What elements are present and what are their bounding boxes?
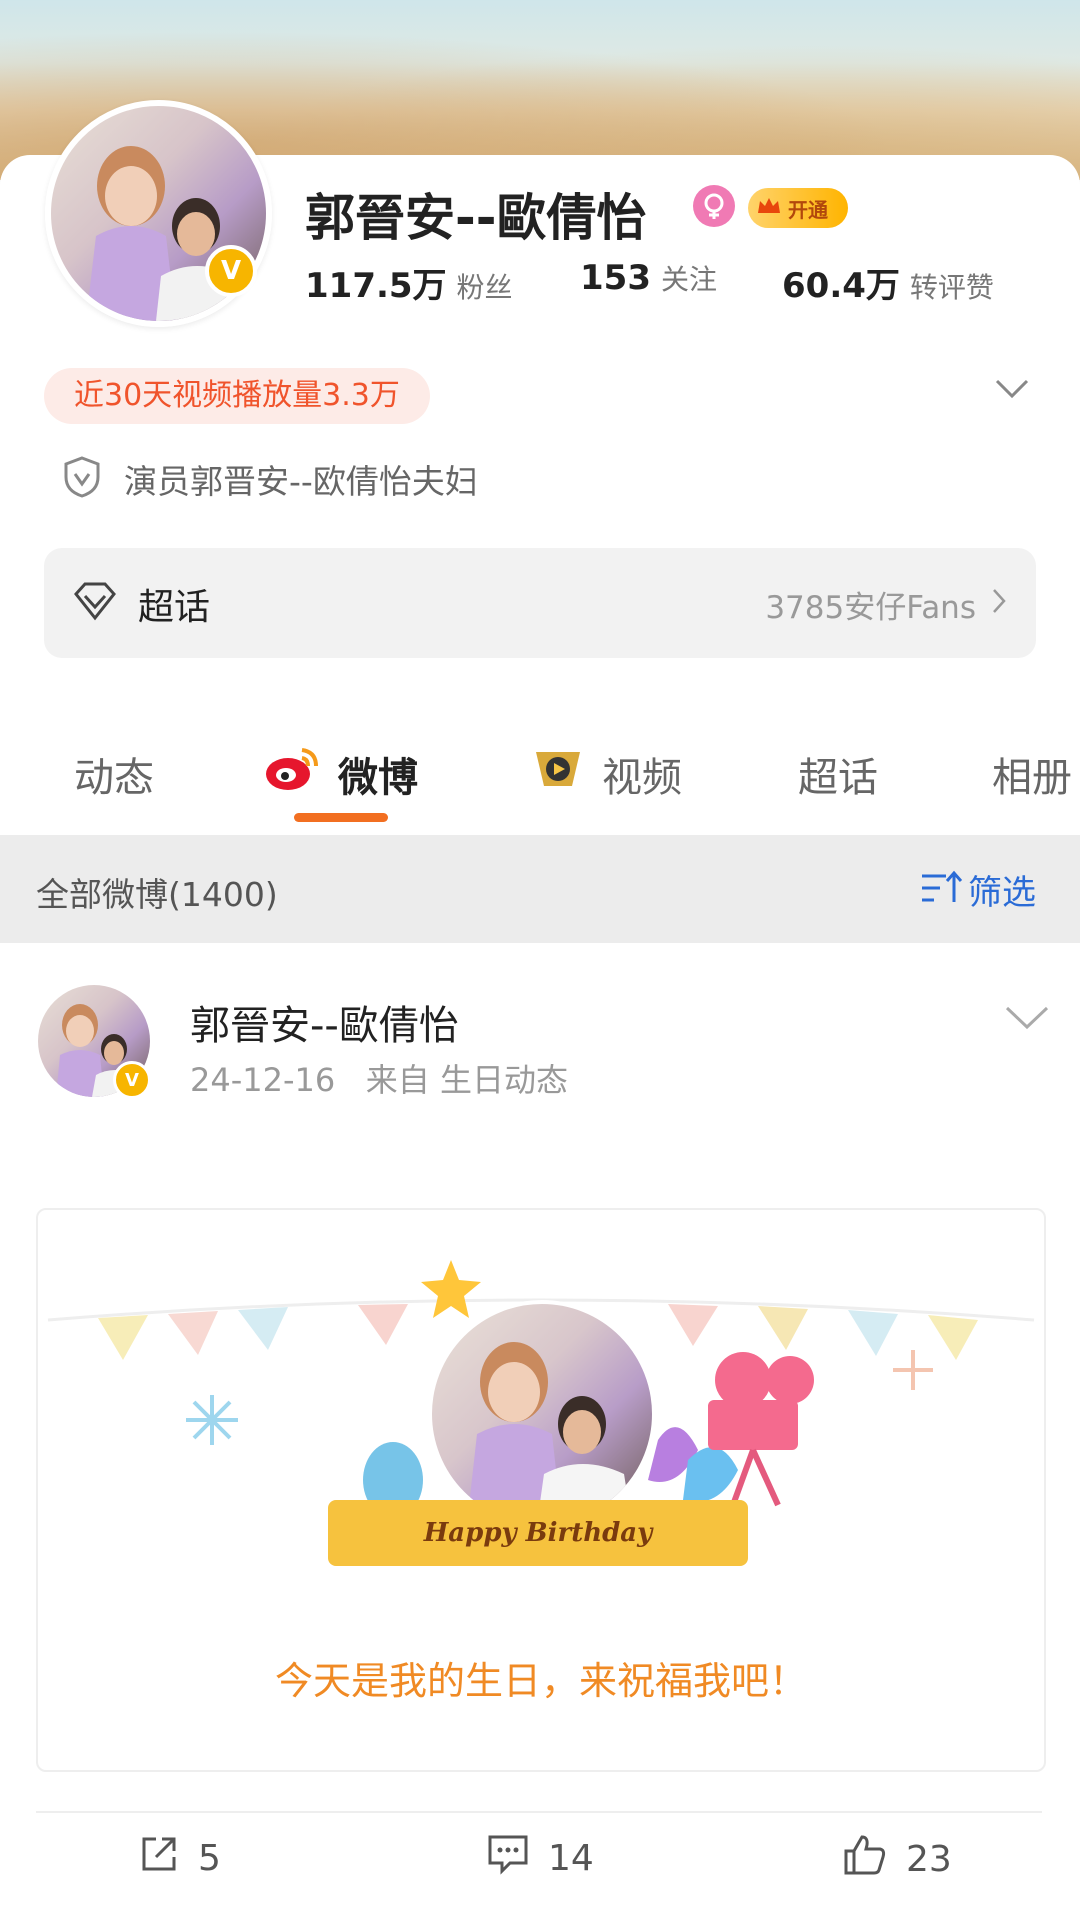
post-author-name[interactable]: 郭晉安--歐倩怡: [190, 993, 459, 1051]
following-count: 153: [580, 258, 651, 298]
thumbs-up-icon: [842, 1833, 906, 1886]
verification-text: 演员郭晋安--欧倩怡夫妇: [124, 462, 478, 501]
filter-button[interactable]: 筛选: [920, 865, 1036, 914]
video-tab-icon: [528, 746, 588, 796]
tab-dynamic[interactable]: 动态: [74, 745, 154, 803]
diamond-icon: [72, 581, 118, 625]
share-icon: [138, 1833, 198, 1884]
all-weibo-count: 全部微博(1400): [36, 875, 278, 914]
profile-name: 郭晉安--歐倩怡: [305, 189, 647, 247]
tab-weibo[interactable]: 微博: [338, 745, 418, 803]
verification-row: 演员郭晋安--欧倩怡夫妇: [62, 455, 478, 503]
like-button[interactable]: 23: [842, 1833, 952, 1886]
supertopic-label: 超话: [138, 587, 211, 628]
repost-count: 5: [198, 1838, 221, 1879]
crown-icon: [756, 195, 782, 221]
stat-interactions[interactable]: 60.4万 转评赞: [782, 258, 994, 307]
post-meta: 24-12-16 来自 生日动态: [190, 1061, 568, 1099]
post-verified-badge-icon: V: [113, 1061, 151, 1099]
weibo-logo-icon: [262, 744, 322, 798]
gender-female-icon: [693, 185, 735, 227]
comment-count: 14: [548, 1838, 594, 1879]
supertopic-row[interactable]: 超话 3785安仔Fans: [44, 548, 1036, 658]
tab-album[interactable]: 相册: [992, 745, 1072, 803]
birthday-message: 今天是我的生日，来祝福我吧！: [274, 1659, 807, 1703]
birthday-card[interactable]: Happy Birthday 今天是我的生日，来祝福我吧！: [36, 1208, 1046, 1772]
comment-icon: [486, 1833, 548, 1884]
chevron-right-icon: [992, 588, 1006, 618]
followers-label: 粉丝: [456, 271, 513, 304]
active-tab-indicator: [294, 813, 388, 822]
like-count: 23: [906, 1839, 952, 1880]
followers-count: 117.5万: [305, 266, 447, 306]
tab-video[interactable]: 视频: [602, 745, 682, 803]
filter-icon: [920, 868, 964, 912]
happy-birthday-ribbon: Happy Birthday: [328, 1500, 748, 1566]
interactions-count: 60.4万: [782, 266, 900, 306]
post-options-chevron-icon[interactable]: [1005, 1005, 1049, 1035]
shield-icon: [62, 455, 102, 503]
following-label: 关注: [660, 263, 717, 296]
vip-open-button[interactable]: 开通: [748, 188, 848, 228]
post-card: V 郭晉安--歐倩怡 24-12-16 来自 生日动态 Happy Birthd…: [0, 943, 1080, 1923]
comment-button[interactable]: 14: [486, 1833, 594, 1884]
birthday-avatar: [428, 1300, 656, 1528]
expand-chevron-icon[interactable]: [995, 378, 1029, 406]
stat-followers[interactable]: 117.5万 粉丝: [305, 258, 513, 307]
interactions-label: 转评赞: [909, 271, 994, 304]
tab-supertopic[interactable]: 超话: [798, 745, 878, 803]
repost-button[interactable]: 5: [138, 1833, 221, 1884]
vip-open-label: 开通: [788, 197, 828, 222]
stat-following[interactable]: 153 关注: [580, 258, 717, 298]
video-views-pill[interactable]: 近30天视频播放量3.3万: [44, 368, 430, 424]
filter-bar: 全部微博(1400) 筛选: [0, 835, 1080, 943]
post-divider: [36, 1811, 1042, 1813]
verified-badge-icon: V: [205, 245, 257, 297]
filter-label: 筛选: [968, 873, 1036, 913]
supertopic-fans: 3785安仔Fans: [765, 590, 976, 626]
